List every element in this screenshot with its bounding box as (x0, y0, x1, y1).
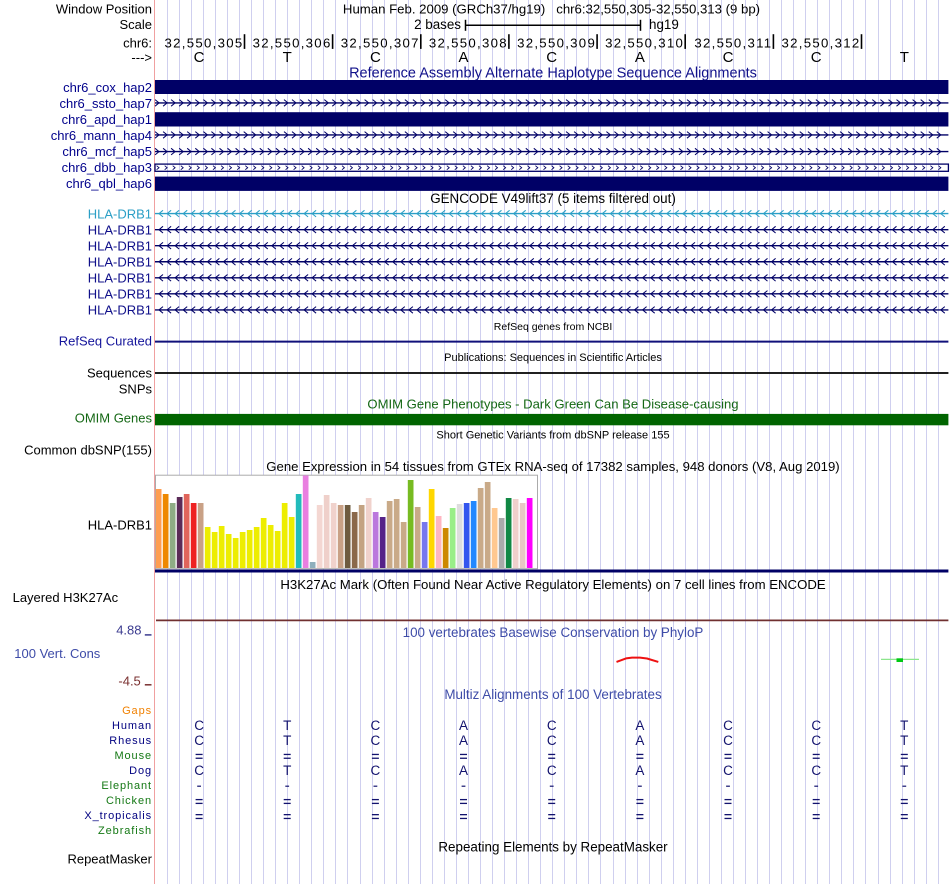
svg-text:H3K27Ac Mark (Often Found Near: H3K27Ac Mark (Often Found Near Active Re… (280, 577, 826, 592)
svg-text:HLA-DRB1: HLA-DRB1 (88, 303, 152, 318)
svg-text:C: C (811, 718, 821, 733)
svg-text:-4.5: -4.5 (118, 674, 140, 689)
svg-text:GENCODE V49lift37 (5 items fil: GENCODE V49lift37 (5 items filtered out) (430, 191, 676, 206)
svg-text:chr6_cox_hap2: chr6_cox_hap2 (63, 80, 152, 95)
svg-text:T: T (283, 763, 291, 778)
svg-text:chr6_dbb_hap3: chr6_dbb_hap3 (62, 160, 152, 175)
svg-text:T: T (900, 763, 908, 778)
svg-text:A: A (459, 718, 468, 733)
svg-text:C: C (371, 763, 381, 778)
svg-text:T: T (900, 718, 908, 733)
svg-text:Short Genetic Variants from db: Short Genetic Variants from dbSNP releas… (436, 430, 669, 442)
svg-text:Common dbSNP(155): Common dbSNP(155) (24, 442, 152, 457)
svg-text:chr6_apd_hap1: chr6_apd_hap1 (62, 112, 152, 127)
svg-text:C: C (194, 718, 204, 733)
svg-text:HLA-DRB1: HLA-DRB1 (88, 271, 152, 286)
svg-text:Repeating Elements by RepeatMa: Repeating Elements by RepeatMasker (438, 840, 668, 855)
svg-text:C: C (723, 718, 733, 733)
svg-text:Chicken: Chicken (106, 795, 152, 807)
svg-text:OMIM Gene Phenotypes - Dark Gr: OMIM Gene Phenotypes - Dark Green Can Be… (367, 397, 738, 412)
svg-text:C: C (811, 763, 821, 778)
svg-text:HLA-DRB1: HLA-DRB1 (88, 223, 152, 238)
svg-text:RefSeq Curated: RefSeq Curated (59, 333, 152, 348)
svg-text:HLA-DRB1: HLA-DRB1 (88, 287, 152, 302)
svg-text:Zebrafish: Zebrafish (98, 825, 152, 837)
svg-text:Dog: Dog (129, 765, 152, 777)
svg-text:C: C (723, 763, 733, 778)
svg-text:A: A (635, 733, 644, 748)
svg-text:A: A (635, 718, 644, 733)
svg-text:chr6_qbl_hap6: chr6_qbl_hap6 (66, 176, 152, 191)
svg-text:Gaps: Gaps (122, 705, 152, 717)
svg-text:Multiz Alignments of 100 Verte: Multiz Alignments of 100 Vertebrates (444, 687, 662, 702)
svg-text:chr6_ssto_hap7: chr6_ssto_hap7 (59, 96, 152, 111)
svg-text:T: T (283, 733, 291, 748)
svg-text:C: C (371, 718, 381, 733)
svg-text:X_tropicalis: X_tropicalis (84, 810, 152, 822)
svg-text:HLA-DRB1: HLA-DRB1 (88, 239, 152, 254)
svg-text:Reference Assembly Alternate H: Reference Assembly Alternate Haplotype S… (349, 66, 757, 82)
svg-text:RefSeq genes from NCBI: RefSeq genes from NCBI (494, 321, 612, 333)
svg-text:T: T (283, 49, 292, 66)
svg-text:Human: Human (112, 720, 152, 732)
svg-text:32,550,306: 32,550,306 (253, 35, 332, 50)
svg-text:C: C (194, 49, 205, 66)
svg-text:C: C (371, 733, 381, 748)
svg-text:chr6_mcf_hap5: chr6_mcf_hap5 (62, 144, 152, 159)
svg-text:hg19: hg19 (649, 17, 679, 32)
svg-text:4.88: 4.88 (116, 623, 141, 638)
svg-text:T: T (900, 733, 908, 748)
svg-text:T: T (900, 49, 909, 66)
svg-text:C: C (547, 718, 557, 733)
svg-text:2 bases: 2 bases (414, 17, 461, 32)
svg-text:A: A (635, 763, 644, 778)
svg-text:Gene Expression in 54 tissues: Gene Expression in 54 tissues from GTEx … (266, 459, 839, 474)
svg-text:HLA-DRB1: HLA-DRB1 (88, 206, 152, 221)
svg-text:C: C (811, 49, 822, 66)
svg-text:C: C (547, 763, 557, 778)
svg-text:100 vertebrates Basewise Conse: 100 vertebrates Basewise Conservation by… (403, 625, 704, 640)
svg-text:chr6_mann_hap4: chr6_mann_hap4 (51, 128, 152, 143)
svg-text:Window Position: Window Position (56, 2, 152, 17)
svg-text:Elephant: Elephant (101, 780, 152, 792)
svg-text:Mouse: Mouse (114, 750, 152, 762)
svg-text:C: C (194, 733, 204, 748)
svg-text:Human Feb. 2009 (GRCh37/hg19): Human Feb. 2009 (GRCh37/hg19) chr6:32,55… (343, 2, 760, 17)
svg-text:C: C (547, 733, 557, 748)
svg-text:C: C (370, 49, 381, 66)
svg-text:chr6:: chr6: (123, 35, 152, 50)
svg-text:SNPs: SNPs (119, 381, 153, 396)
svg-text:RepeatMasker: RepeatMasker (67, 852, 152, 867)
svg-text:HLA-DRB1: HLA-DRB1 (88, 255, 152, 270)
svg-text:HLA-DRB1: HLA-DRB1 (88, 517, 152, 532)
svg-text:C: C (811, 733, 821, 748)
svg-text:T: T (283, 718, 291, 733)
svg-text:100 Vert. Cons: 100 Vert. Cons (14, 646, 100, 661)
svg-text:C: C (194, 763, 204, 778)
svg-text:Sequences: Sequences (87, 365, 153, 380)
svg-text:--->: ---> (131, 50, 152, 65)
svg-text:Layered H3K27Ac: Layered H3K27Ac (13, 590, 119, 605)
svg-text:C: C (723, 49, 734, 66)
svg-text:A: A (458, 49, 468, 66)
svg-text:A: A (635, 49, 645, 66)
svg-text:Scale: Scale (119, 17, 152, 32)
svg-text:Rhesus: Rhesus (109, 735, 152, 747)
svg-text:A: A (459, 763, 468, 778)
svg-text:C: C (546, 49, 557, 66)
svg-text:A: A (459, 733, 468, 748)
svg-text:OMIM Genes: OMIM Genes (75, 410, 153, 425)
svg-text:C: C (723, 733, 733, 748)
svg-text:Publications: Sequences in Sci: Publications: Sequences in Scientific Ar… (444, 352, 662, 364)
